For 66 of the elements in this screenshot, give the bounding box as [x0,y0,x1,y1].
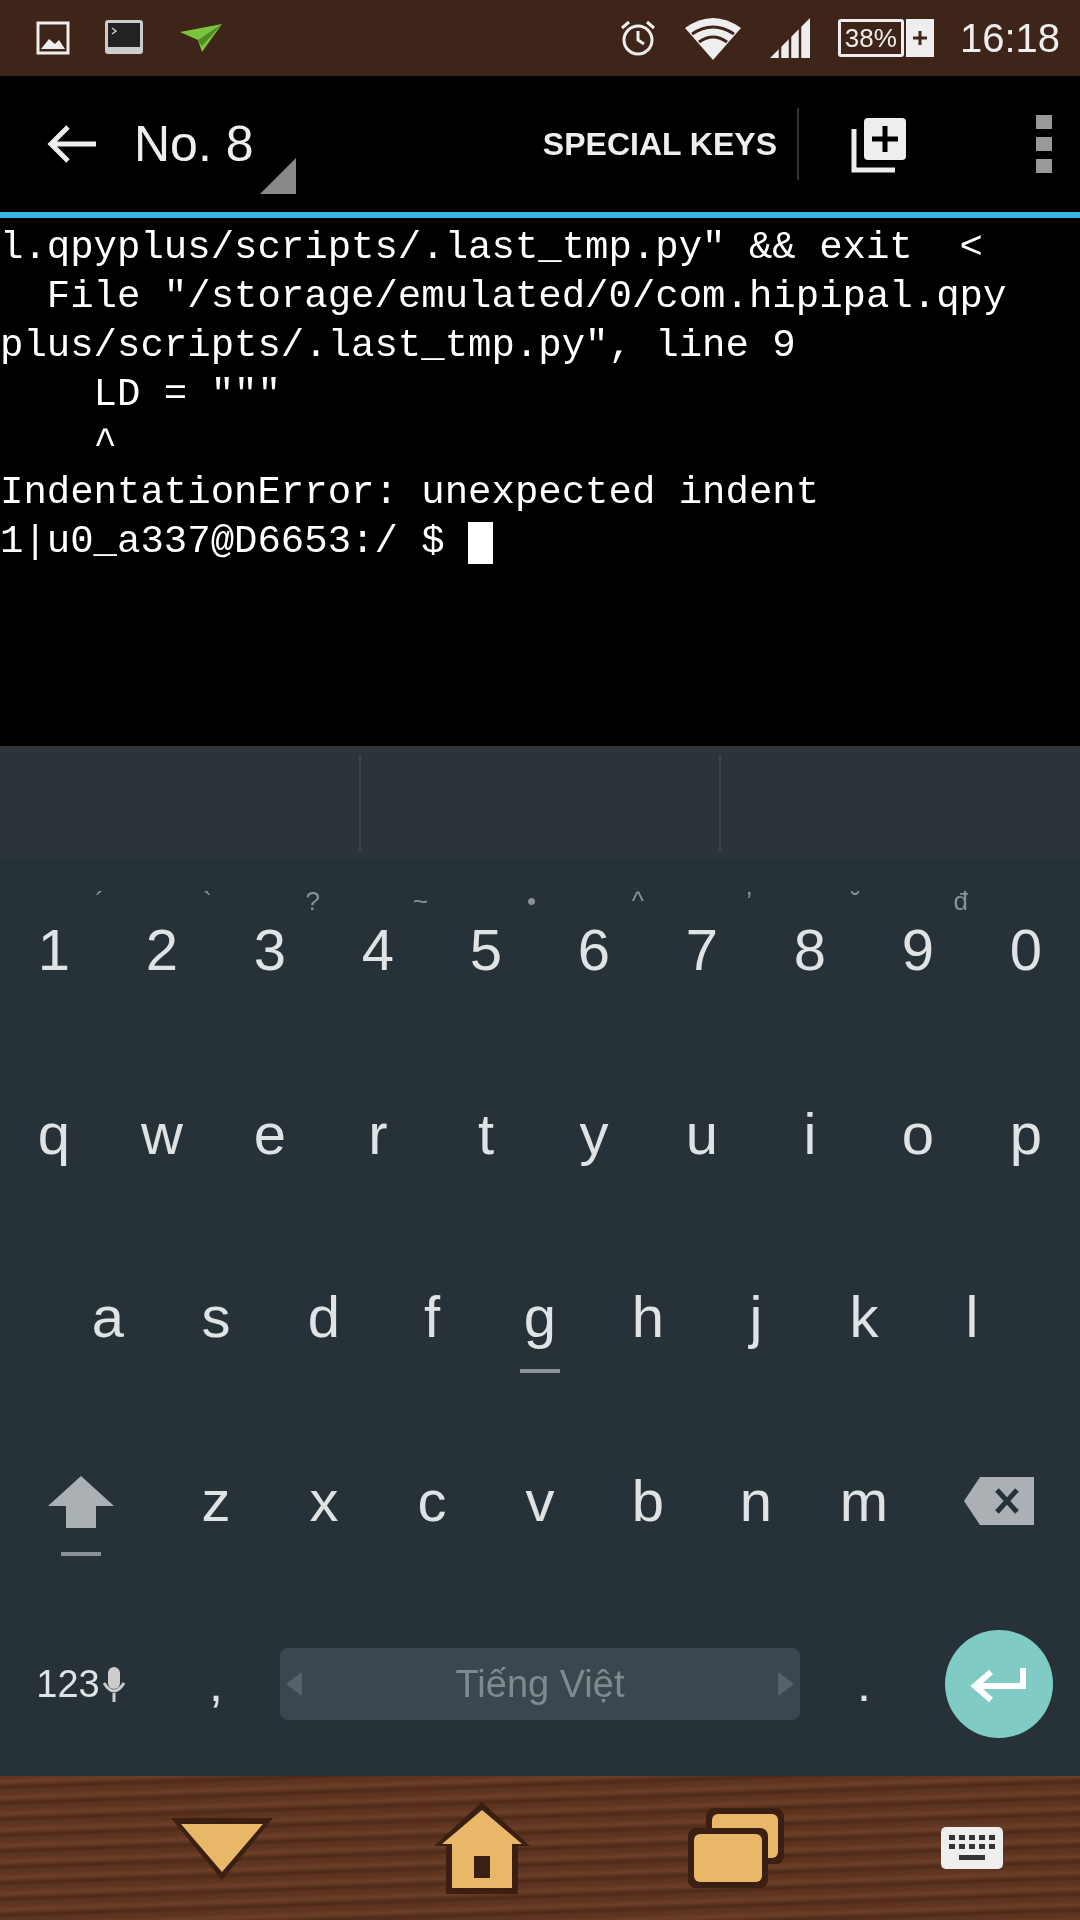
dropdown-corner-icon[interactable] [259,158,296,194]
keyboard-key[interactable]: d [270,1225,378,1409]
keyboard-key[interactable]: e [216,1041,324,1226]
charging-icon [910,29,929,47]
terminal-line: File "/storage/emulated/0/com.hipipal.qpy [45,274,1007,321]
keyboard-key[interactable]: g [486,1225,594,1409]
wifi-icon [683,16,742,60]
keyboard-key[interactable]: 9 đ [864,858,972,1042]
keyboard-key[interactable]: f [378,1225,486,1409]
period-key[interactable]: . [810,1592,918,1776]
shell-prompt: 1|u0_a337@D6653:/ $ [0,519,446,566]
left-arrow-icon [286,1672,302,1697]
terminal-icon [104,19,144,57]
keyboard-key[interactable]: 3 ? [216,858,324,1042]
keyboard-key[interactable]: v [486,1408,594,1593]
right-arrow-icon [778,1672,794,1697]
keyboard-key[interactable]: 8 ˘ [756,858,864,1042]
clock: 16:18 [959,15,1060,61]
backspace-icon [962,1474,1036,1527]
keyboard-key[interactable]: i [756,1041,864,1226]
keyboard-key[interactable]: p [972,1041,1080,1226]
keyboard-key[interactable]: s [162,1225,270,1409]
keyboard-icon[interactable] [940,1827,1003,1869]
microphone-icon [101,1665,126,1704]
terminal-line: ^ [92,421,118,468]
keyboard-key[interactable]: m [810,1408,918,1593]
recent-apps-icon[interactable] [686,1806,787,1890]
terminal-line: l.qpyplus/scripts/.last_tmp.py" && exit < [0,225,983,272]
keyboard-key[interactable]: r [324,1041,432,1226]
keyboard-key[interactable]: c [378,1408,486,1593]
session-title[interactable]: No. 8 [134,115,254,173]
paper-plane-icon [178,22,224,54]
keyboard-key[interactable]: o [864,1041,972,1226]
keyboard-key[interactable]: 5 • [432,858,540,1042]
keyboard-key[interactable]: t [432,1041,540,1226]
keyboard-key[interactable]: k [810,1225,918,1409]
terminal-line: LD = """ [92,372,281,419]
keyboard-key[interactable]: w [108,1041,216,1226]
keyboard-key[interactable]: 4 ~ [324,858,432,1042]
comma-key[interactable]: , [162,1592,270,1776]
keyboard-key[interactable]: x [270,1408,378,1593]
battery-indicator: 38% [837,19,934,57]
terminal-line: IndentationError: unexpected indent [0,470,820,517]
keyboard-key[interactable]: h [594,1225,702,1409]
picture-icon [36,21,70,55]
keyboard-key[interactable]: 6 ^ [540,858,648,1042]
keyboard-key[interactable]: 7 ’ [648,858,756,1042]
keyboard-key[interactable]: 0 [972,858,1080,1042]
keyboard-key[interactable]: 1 ´ [0,858,108,1042]
keyboard-key[interactable]: l [918,1225,1026,1409]
overflow-menu-icon[interactable] [1036,115,1052,173]
keyboard-key[interactable]: 2 ` [108,858,216,1042]
keyboard-key[interactable]: j [702,1225,810,1409]
terminal-line: plus/scripts/.last_tmp.py", line 9 [0,323,796,370]
keyboard-key[interactable]: q [0,1041,108,1226]
keyboard-key[interactable]: y [540,1041,648,1226]
shift-icon [46,1473,116,1528]
text-cursor [468,521,494,564]
keyboard-key[interactable]: z [162,1408,270,1593]
keyboard-key[interactable]: n [702,1408,810,1593]
symbols-key[interactable]: 123 [0,1592,162,1776]
keyboard-key[interactable]: u [648,1041,756,1226]
keyboard-key[interactable]: b [594,1408,702,1593]
special-keys-button[interactable]: SPECIAL KEYS [522,125,797,163]
keyboard-key[interactable]: a [54,1225,162,1409]
back-arrow-icon[interactable] [46,124,98,164]
